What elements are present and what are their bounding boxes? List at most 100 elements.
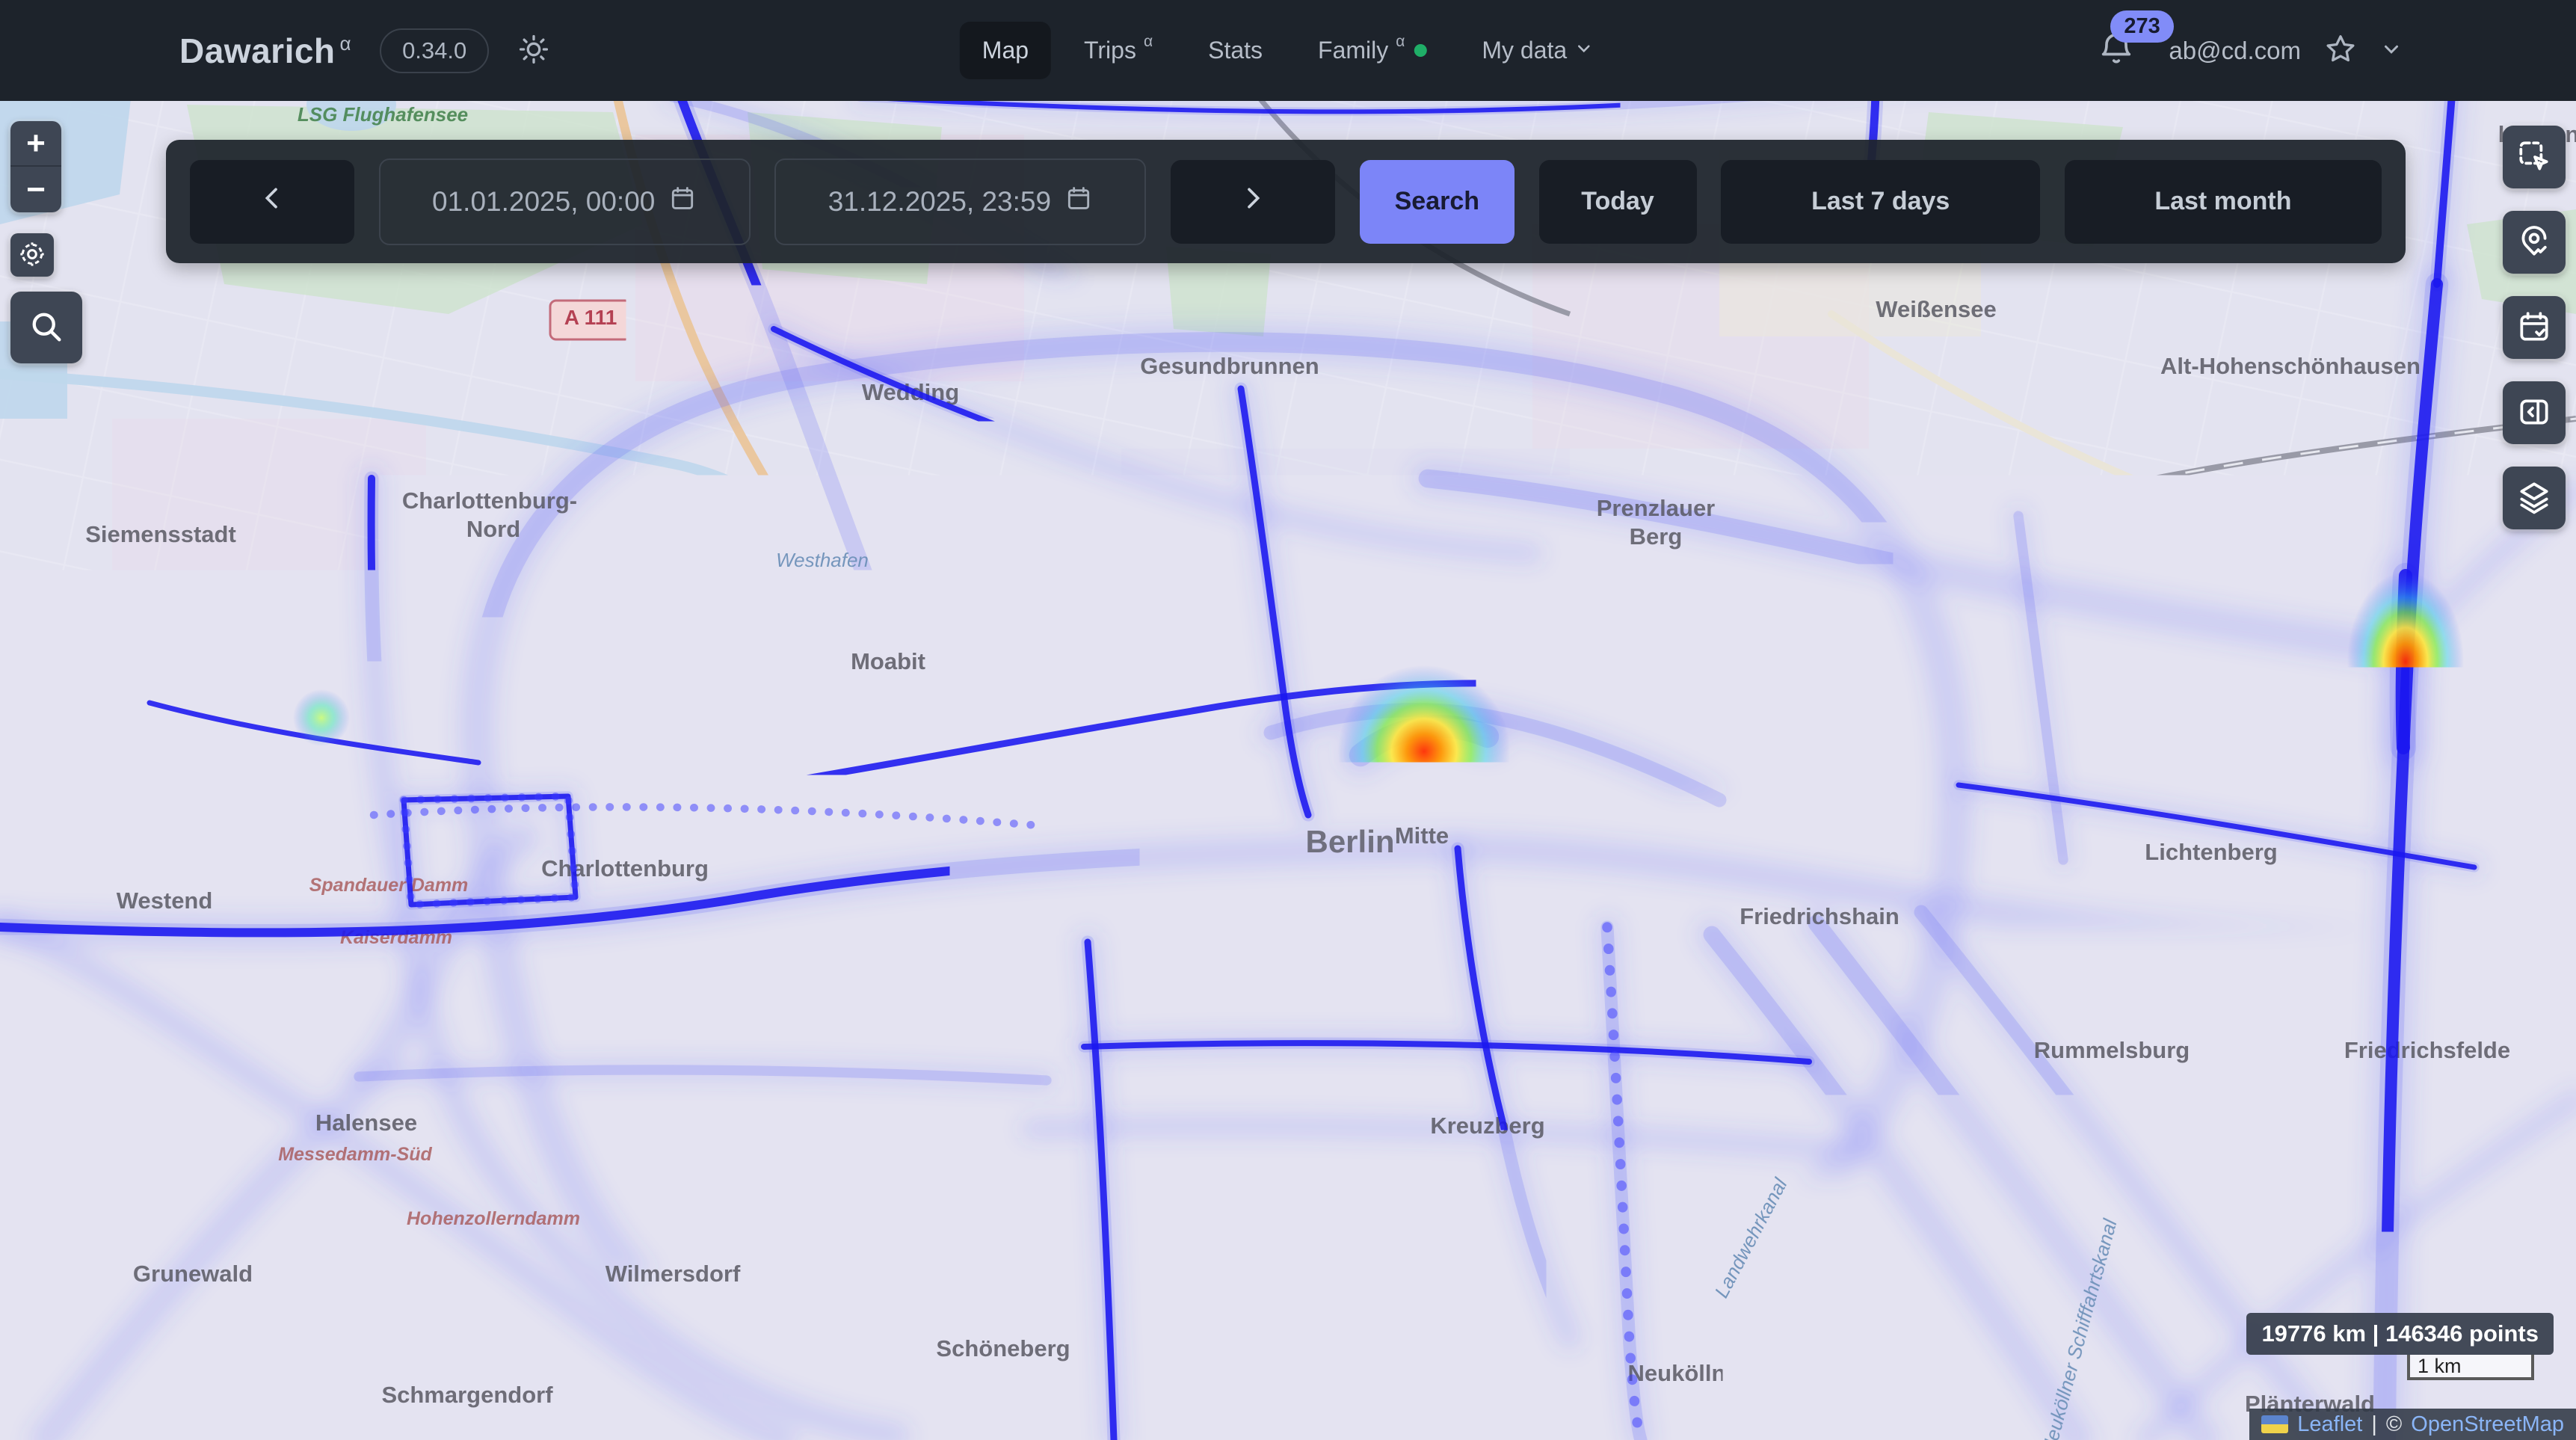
map-label: Höhe: [1245, 520, 1288, 540]
map-label: Charlottenburg: [541, 855, 709, 881]
date-range-toolbar: 01.01.2025, 00:00 31.12.2025, 23:59 Sear…: [166, 140, 2406, 263]
map-scale-bar: 1 km: [2407, 1355, 2534, 1380]
start-date-input[interactable]: 01.01.2025, 00:00: [379, 159, 751, 245]
tab-stats[interactable]: Stats: [1186, 22, 1285, 79]
last-7-days-button[interactable]: Last 7 days: [1721, 160, 2040, 244]
map-label: Gewerbegebiet: [2128, 643, 2269, 665]
star-icon: [2323, 32, 2358, 69]
user-menu-button[interactable]: [2380, 38, 2403, 63]
today-button[interactable]: Today: [1539, 160, 1697, 244]
map-label: Hohenzollerndamm: [407, 1208, 580, 1229]
map-label: Neukölln: [1628, 1360, 1726, 1386]
leaflet-link[interactable]: Leaflet: [2297, 1412, 2362, 1437]
notifications-button[interactable]: 273: [2097, 30, 2136, 71]
visits-button[interactable]: [2503, 211, 2566, 274]
map-label: Gustav-: [1236, 469, 1298, 489]
map-label: Schöneberg: [936, 1335, 1070, 1361]
navbar-right: 273 ab@cd.com: [2097, 30, 2403, 71]
search-button[interactable]: Search: [1360, 160, 1515, 244]
svg-text:A 111: A 111: [564, 306, 617, 329]
map-label: Nord: [466, 516, 520, 542]
favorite-button[interactable]: [2323, 32, 2358, 69]
top-navbar: Dawarichα 0.34.0 Map Tripsα Stats Family…: [0, 0, 2576, 101]
map-label: Charlottenburg: [423, 831, 564, 854]
map-label: Alt-Hohenschönhausen: [2160, 353, 2421, 379]
copyright-symbol: ©: [2386, 1412, 2402, 1437]
map-label: Herzbergstraße: [2130, 670, 2273, 692]
map-label: 62 m: [1520, 611, 1559, 631]
chevron-left-icon: [257, 183, 287, 220]
last-month-button[interactable]: Last month: [2065, 160, 2382, 244]
zoom-control: + −: [10, 121, 61, 212]
map-label: 99 m: [77, 1089, 117, 1110]
alpha-badge: α: [340, 32, 352, 55]
sun-icon: [517, 33, 550, 68]
gear-icon: [17, 239, 47, 271]
map-label: Siemensstadt: [85, 521, 236, 547]
online-status-dot: [1414, 44, 1426, 57]
ukraine-flag-icon: [2261, 1415, 2288, 1433]
openstreetmap-link[interactable]: OpenStreetMap: [2411, 1412, 2564, 1437]
theme-toggle-button[interactable]: [517, 33, 550, 68]
map-label: Westend: [117, 887, 213, 914]
plus-icon: +: [26, 125, 46, 161]
next-range-button[interactable]: [1171, 160, 1335, 244]
map-settings-button[interactable]: [10, 233, 54, 277]
map-info-button[interactable]: [18, 1364, 66, 1412]
panel-collapse-icon: [2515, 393, 2553, 433]
magnifier-icon: [27, 307, 66, 348]
map-pin-check-icon: [2515, 223, 2553, 262]
calendar-icon: [668, 184, 697, 219]
road-shield: A 111: [550, 301, 631, 339]
map-label: 60 m: [2351, 789, 2391, 809]
map-search-button[interactable]: [10, 292, 82, 363]
info-icon: [26, 1371, 58, 1405]
map-label: Moabit: [851, 648, 925, 674]
map-label: Friedrichsfelde: [2344, 1037, 2510, 1063]
calendar-check-icon: [2515, 308, 2553, 348]
zoom-out-button[interactable]: −: [10, 167, 61, 212]
attribution-separator: |: [2371, 1412, 2377, 1437]
chevron-down-icon: [1574, 37, 1594, 64]
map-label: Großer: [1641, 721, 1698, 741]
chevron-right-icon: [1238, 183, 1268, 220]
app-title[interactable]: Dawarichα: [179, 31, 351, 71]
map-label: Fennpfuhl: [1965, 669, 2077, 695]
tab-trips[interactable]: Tripsα: [1061, 22, 1175, 79]
map-label: Technopark: [252, 631, 363, 653]
map-label: Sportforum: [1995, 467, 2101, 489]
map-label: Drachenberg: [57, 1064, 161, 1084]
zoom-in-button[interactable]: +: [10, 121, 61, 167]
version-badge: 0.34.0: [380, 28, 489, 73]
calendar-panel-button[interactable]: [2503, 296, 2566, 359]
layers-icon: [2515, 479, 2553, 518]
map-label: Messe Berlin: [248, 1009, 368, 1032]
road-shield: A 100: [1870, 1361, 1951, 1400]
map-label: Berlin: [2024, 493, 2080, 516]
map-label: Lichtenberg: [2145, 839, 2277, 865]
map-label: Herzberg: [2332, 762, 2406, 782]
map-label: Rudolf-: [786, 727, 847, 748]
tab-my-data[interactable]: My data: [1459, 22, 1616, 79]
map-label: Weißensee: [1876, 296, 1996, 322]
user-email: ab@cd.com: [2169, 37, 2301, 65]
svg-text:A 100: A 100: [1883, 1366, 1938, 1389]
minus-icon: −: [26, 171, 46, 208]
collapse-panel-button[interactable]: [2503, 381, 2566, 444]
main-nav-tabs: Map Tripsα Stats Familyα My data: [960, 0, 1616, 101]
area-select-button[interactable]: [2503, 126, 2566, 188]
previous-range-button[interactable]: [190, 160, 354, 244]
end-date-input[interactable]: 31.12.2025, 23:59: [774, 159, 1146, 245]
map-attribution: Leaflet | © OpenStreetMap: [2249, 1409, 2576, 1440]
map-label: Schmargendorf: [381, 1382, 553, 1408]
tab-family[interactable]: Familyα: [1295, 22, 1449, 79]
area-select-icon: [2515, 138, 2553, 177]
notification-count-badge: 273: [2110, 10, 2173, 43]
map-label: Thelen: [271, 604, 334, 627]
tab-map[interactable]: Map: [960, 22, 1051, 79]
chevron-down-icon: [2380, 38, 2403, 63]
calendar-icon: [1064, 184, 1093, 219]
map-label: Rummelsburg: [2034, 1037, 2190, 1063]
distance-points-badge: 19776 km | 146346 points: [2246, 1313, 2554, 1355]
layers-button[interactable]: [2503, 467, 2566, 529]
